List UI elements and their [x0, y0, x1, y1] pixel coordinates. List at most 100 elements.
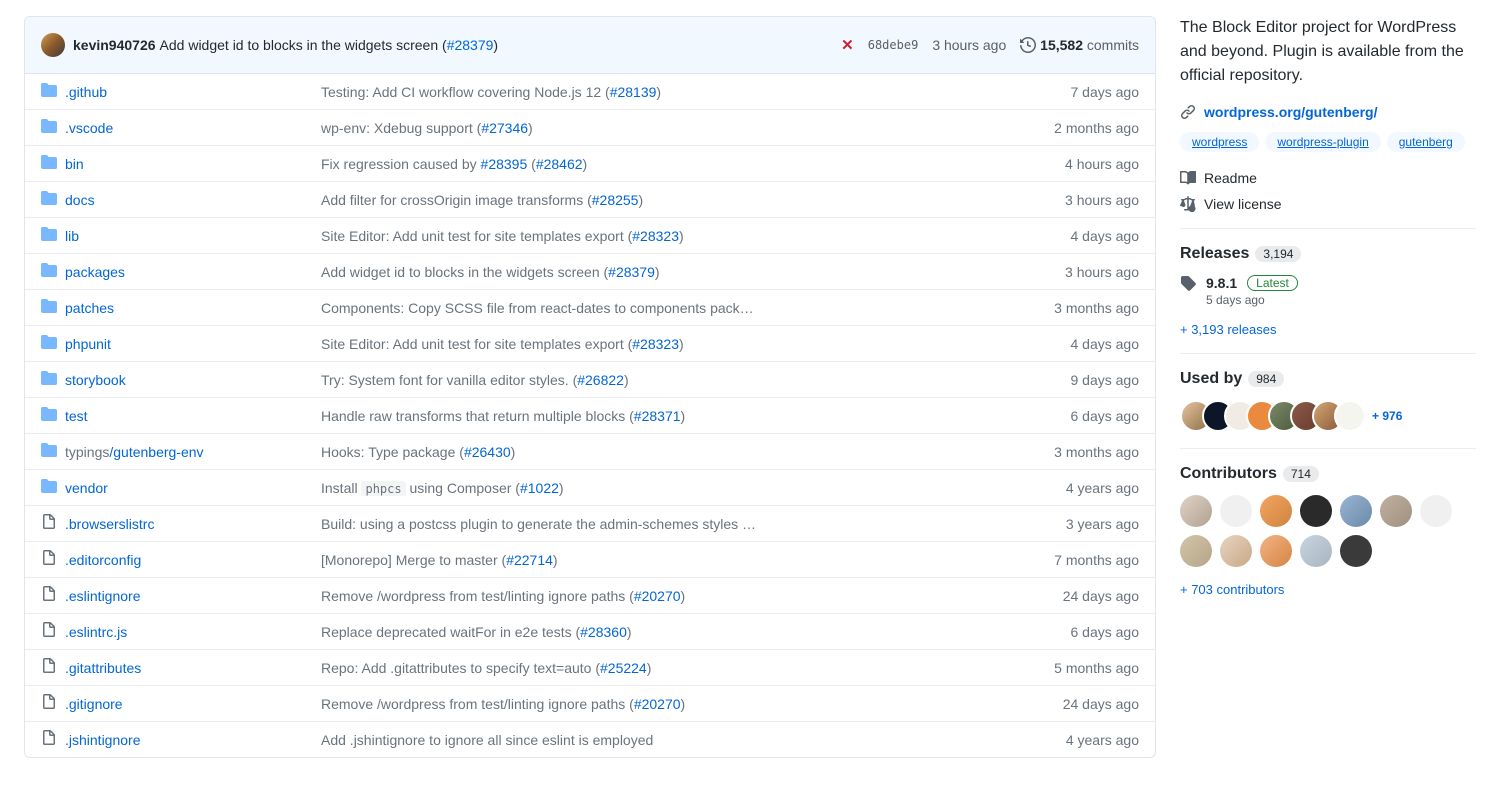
commit-message[interactable]: Handle raw transforms that return multip… [321, 408, 1029, 424]
commit-message[interactable]: wp-env: Xdebug support (#27346) [321, 120, 1029, 136]
commit-message[interactable]: Repo: Add .gitattributes to specify text… [321, 660, 1029, 676]
commit-message[interactable]: Install phpcs using Composer (#1022) [321, 480, 1029, 496]
commit-sha[interactable]: 68debe9 [868, 38, 919, 52]
file-name[interactable]: .eslintrc.js [65, 624, 321, 640]
commit-message[interactable]: Remove /wordpress from test/linting igno… [321, 588, 1029, 604]
file-row: .githubTesting: Add CI workflow covering… [25, 74, 1155, 110]
file-name[interactable]: vendor [65, 480, 321, 496]
issue-link[interactable]: #27346 [481, 120, 528, 136]
issue-link[interactable]: #28371 [634, 408, 681, 424]
contributors-section: Contributors 714 + 703 contributors [1180, 448, 1476, 597]
folder-icon [41, 190, 65, 209]
commit-time: 24 days ago [1029, 588, 1139, 604]
commit-message[interactable]: Try: System font for vanilla editor styl… [321, 372, 1029, 388]
more-releases-link[interactable]: + 3,193 releases [1180, 322, 1276, 337]
avatar [1340, 535, 1372, 567]
issue-link[interactable]: #1022 [520, 480, 559, 496]
issue-link[interactable]: #28462 [536, 156, 583, 172]
issue-link[interactable]: #20270 [634, 588, 681, 604]
commit-issue-link[interactable]: #28379 [447, 37, 494, 53]
file-name[interactable]: phpunit [65, 336, 321, 352]
file-row: phpunitSite Editor: Add unit test for si… [25, 326, 1155, 362]
file-listing: kevin940726 Add widget id to blocks in t… [24, 16, 1156, 758]
file-name[interactable]: storybook [65, 372, 321, 388]
file-name[interactable]: .jshintignore [65, 732, 321, 748]
repo-website[interactable]: wordpress.org/gutenberg/ [1180, 104, 1476, 120]
file-icon [41, 550, 65, 569]
commit-message[interactable]: Replace deprecated waitFor in e2e tests … [321, 624, 1029, 640]
file-name[interactable]: docs [65, 192, 321, 208]
issue-link[interactable]: #20270 [634, 696, 681, 712]
contributors-heading[interactable]: Contributors 714 [1180, 465, 1476, 483]
file-name[interactable]: .eslintignore [65, 588, 321, 604]
file-name[interactable]: .github [65, 84, 321, 100]
issue-link[interactable]: #28323 [632, 336, 679, 352]
file-row: .jshintignoreAdd .jshintignore to ignore… [25, 722, 1155, 757]
issue-link[interactable]: #28139 [610, 84, 657, 100]
issue-link[interactable]: #25224 [600, 660, 647, 676]
commit-message[interactable]: Add .jshintignore to ignore all since es… [321, 732, 1029, 748]
folder-icon [41, 154, 65, 173]
file-name[interactable]: packages [65, 264, 321, 280]
file-name[interactable]: .vscode [65, 120, 321, 136]
commit-message[interactable]: Add filter for crossOrigin image transfo… [321, 192, 1029, 208]
file-name[interactable]: .gitattributes [65, 660, 321, 676]
file-row: docsAdd filter for crossOrigin image tra… [25, 182, 1155, 218]
commit-message[interactable]: Testing: Add CI workflow covering Node.j… [321, 84, 1029, 100]
file-name[interactable]: .browserslistrc [65, 516, 321, 532]
issue-link[interactable]: #28360 [580, 624, 627, 640]
latest-release[interactable]: 9.8.1 Latest [1180, 275, 1476, 291]
commits-history-link[interactable]: 15,582 commits [1020, 37, 1139, 53]
issue-link[interactable]: #28255 [592, 192, 639, 208]
issue-link[interactable]: #28323 [632, 228, 679, 244]
releases-section: Releases 3,194 9.8.1 Latest 5 days ago +… [1180, 228, 1476, 337]
commit-message[interactable]: Add widget id to blocks in the widgets s… [160, 37, 499, 53]
file-name[interactable]: typings/gutenberg-env [65, 444, 321, 460]
commit-message[interactable]: Fix regression caused by #28395 (#28462) [321, 156, 1029, 172]
commit-message[interactable]: Remove /wordpress from test/linting igno… [321, 696, 1029, 712]
commit-message[interactable]: Add widget id to blocks in the widgets s… [321, 264, 1029, 280]
file-name[interactable]: test [65, 408, 321, 424]
issue-link[interactable]: #28379 [608, 264, 655, 280]
commit-message[interactable]: [Monorepo] Merge to master (#22714) [321, 552, 1029, 568]
commit-message[interactable]: Hooks: Type package (#26430) [321, 444, 1029, 460]
file-row: .gitattributesRepo: Add .gitattributes t… [25, 650, 1155, 686]
file-name[interactable]: .gitignore [65, 696, 321, 712]
file-row: typings/gutenberg-envHooks: Type package… [25, 434, 1155, 470]
topic-tag[interactable]: gutenberg [1387, 132, 1465, 152]
topic-tag[interactable]: wordpress [1180, 132, 1259, 152]
more-contributors-link[interactable]: + 703 contributors [1180, 582, 1284, 597]
used-by-avatars[interactable]: + 976 [1180, 400, 1476, 432]
file-name[interactable]: lib [65, 228, 321, 244]
commit-message[interactable]: Site Editor: Add unit test for site temp… [321, 336, 1029, 352]
author-avatar[interactable] [41, 33, 65, 57]
commit-author[interactable]: kevin940726 [73, 37, 156, 53]
status-failed-icon[interactable]: ✕ [841, 36, 854, 54]
avatar [1300, 495, 1332, 527]
readme-link[interactable]: Readme [1180, 170, 1476, 186]
issue-link[interactable]: #28395 [481, 156, 528, 172]
repo-website-link[interactable]: wordpress.org/gutenberg/ [1204, 104, 1377, 120]
used-by-heading[interactable]: Used by 984 [1180, 370, 1476, 388]
book-icon [1180, 170, 1196, 186]
folder-icon [41, 442, 65, 461]
contributors-avatars[interactable] [1180, 495, 1476, 567]
issue-link[interactable]: #26430 [464, 444, 511, 460]
folder-icon [41, 334, 65, 353]
folder-icon [41, 298, 65, 317]
file-row: testHandle raw transforms that return mu… [25, 398, 1155, 434]
file-name[interactable]: patches [65, 300, 321, 316]
topic-tag[interactable]: wordpress-plugin [1265, 132, 1380, 152]
commit-message[interactable]: Build: using a postcss plugin to generat… [321, 516, 1029, 532]
license-link[interactable]: View license [1180, 196, 1476, 212]
file-name[interactable]: bin [65, 156, 321, 172]
avatar [1420, 495, 1452, 527]
commit-message[interactable]: Site Editor: Add unit test for site temp… [321, 228, 1029, 244]
used-by-more[interactable]: + 976 [1372, 409, 1402, 423]
file-name[interactable]: .editorconfig [65, 552, 321, 568]
commit-message[interactable]: Components: Copy SCSS file from react-da… [321, 300, 1029, 316]
issue-link[interactable]: #26822 [577, 372, 624, 388]
issue-link[interactable]: #22714 [506, 552, 553, 568]
avatar [1220, 535, 1252, 567]
releases-heading[interactable]: Releases 3,194 [1180, 245, 1476, 263]
